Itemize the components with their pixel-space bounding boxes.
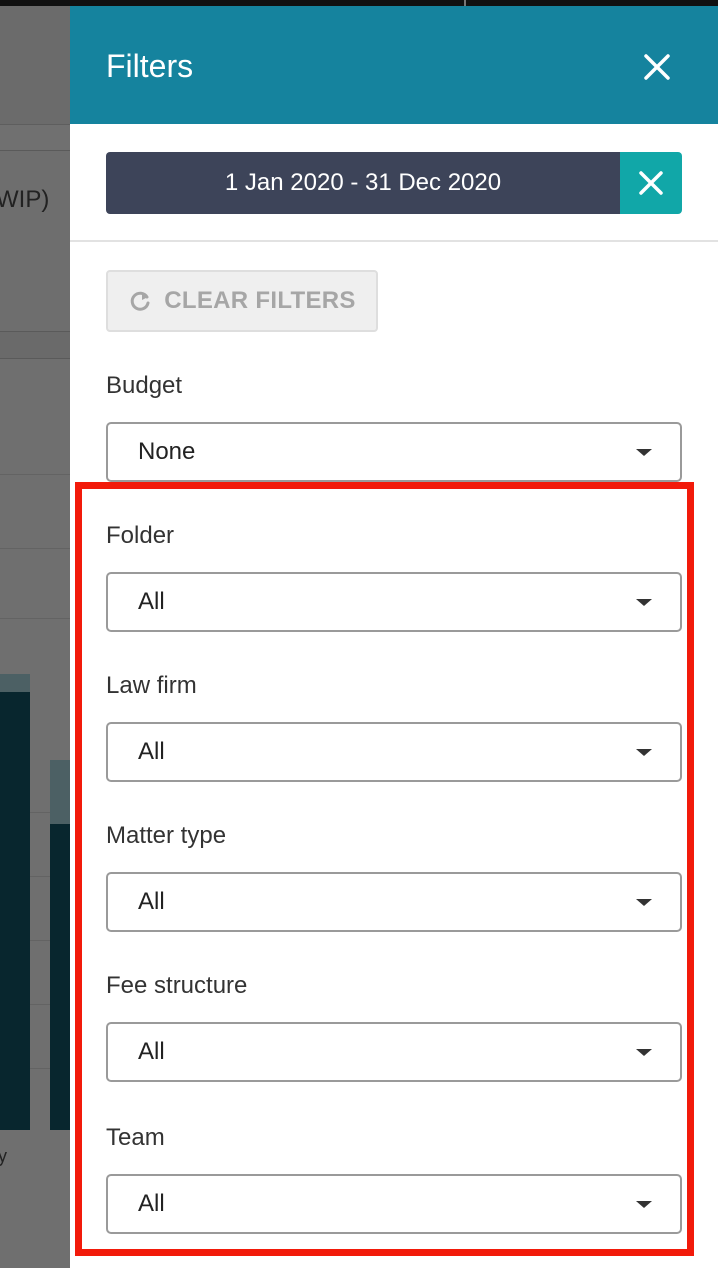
clear-filters-button[interactable]: CLEAR FILTERS (106, 270, 378, 332)
law-firm-label: Law firm (106, 672, 197, 699)
team-label: Team (106, 1124, 165, 1151)
background-gridline (0, 474, 70, 475)
background-card-title: WIP) (0, 186, 50, 213)
date-range-label: 1 Jan 2020 - 31 Dec 2020 (224, 169, 502, 196)
background-header (0, 6, 70, 124)
clear-filters-label: CLEAR FILTERS (164, 287, 356, 314)
background-chart-bar (0, 674, 30, 1130)
background-separator (0, 124, 70, 150)
caret-down-icon (636, 1201, 652, 1208)
background-chart-bar-segment (50, 760, 70, 824)
team-value: All (138, 1190, 165, 1217)
matter-type-value: All (138, 888, 165, 915)
caret-down-icon (636, 449, 652, 456)
refresh-icon (130, 291, 150, 311)
background-card (0, 150, 70, 332)
folder-select[interactable]: All (106, 572, 682, 632)
law-firm-select[interactable]: All (106, 722, 682, 782)
fee-structure-value: All (138, 1038, 165, 1065)
caret-down-icon (636, 599, 652, 606)
background-gridline (0, 618, 70, 619)
filters-panel: Filters 1 Jan 2020 - 31 Dec 2020 CLEAR F… (70, 6, 718, 1268)
date-range-clear-button[interactable] (620, 152, 682, 214)
background-chart-bar-segment (0, 674, 30, 692)
folder-value: All (138, 588, 165, 615)
panel-title: Filters (106, 48, 194, 84)
caret-down-icon (636, 899, 652, 906)
team-select[interactable]: All (106, 1174, 682, 1234)
budget-value: None (138, 438, 196, 465)
fee-structure-select[interactable]: All (106, 1022, 682, 1082)
budget-label: Budget (106, 372, 183, 399)
date-range-button[interactable]: 1 Jan 2020 - 31 Dec 2020 (106, 152, 620, 214)
budget-select[interactable]: None (106, 422, 682, 482)
background-gridline (0, 548, 70, 549)
caret-down-icon (636, 1049, 652, 1056)
close-icon[interactable] (640, 50, 674, 84)
filters-panel-header: Filters (70, 6, 718, 124)
law-firm-value: All (138, 738, 165, 765)
background-axis-label: y (0, 1146, 7, 1166)
divider (70, 240, 718, 242)
caret-down-icon (636, 749, 652, 756)
fee-structure-label: Fee structure (106, 972, 248, 999)
background-gap (0, 332, 70, 358)
matter-type-select[interactable]: All (106, 872, 682, 932)
close-icon (639, 171, 663, 195)
matter-type-label: Matter type (106, 822, 227, 849)
folder-label: Folder (106, 522, 175, 549)
date-range-chip: 1 Jan 2020 - 31 Dec 2020 (106, 152, 682, 214)
